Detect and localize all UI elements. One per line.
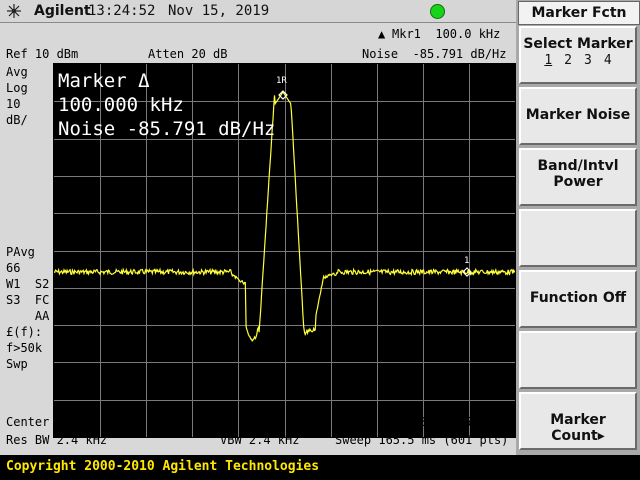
marker-triangle-icon: ▲ — [378, 27, 386, 41]
trace-mode-1: W1 S2 — [6, 277, 50, 291]
softkey-label: Marker Noise — [525, 107, 631, 123]
marker-info-box: Marker Δ 100.000 kHz Noise -85.791 dB/Hz — [58, 70, 275, 140]
span: Span 250 kHz — [421, 415, 508, 429]
softkey-label: Function Off — [529, 290, 627, 306]
analyzer-screen: Ref 10 dBm Atten 20 dB ▲ Mkr1 100.0 kHz … — [0, 23, 516, 455]
marker-option-1: 1 — [544, 53, 553, 68]
trace-mode-3: AA — [6, 309, 50, 323]
band-intvl-power-button[interactable]: Band/Intvl Power — [519, 148, 637, 206]
status-led-icon — [430, 4, 445, 19]
video-bandwidth: VBW 2.4 kHz — [220, 433, 300, 447]
marker-noise-button[interactable]: Marker Noise — [519, 87, 637, 145]
softkey-panel: Marker Fctn Select Marker 1234 Marker No… — [517, 0, 640, 455]
agilent-logo-icon — [7, 4, 21, 18]
ref-level: Ref 10 dBm — [6, 47, 79, 61]
clock-time: 13:24:52 — [88, 3, 156, 19]
softkey-label-line2: Power — [553, 174, 603, 190]
scale-value: 10 — [6, 97, 21, 111]
log-label: Log — [6, 81, 28, 95]
marker-readout: Mkr1 100.0 kHz — [392, 27, 501, 41]
copyright-bar: Copyright 2000-2010 Agilent Technologies — [0, 455, 640, 480]
trace-mode-2: S3 FC — [6, 293, 50, 307]
correction-label: £(f): — [6, 325, 43, 339]
marker-option-3: 3 — [584, 53, 592, 68]
sweep-label: Swp — [6, 357, 28, 371]
marker-option-4: 4 — [603, 53, 612, 68]
softkey-label: Marker Count▸ — [550, 412, 606, 444]
softkey-label: Select Marker — [523, 36, 633, 52]
sweep-time: Sweep 165.5 ms (601 pts) — [335, 433, 509, 447]
freq-condition: f>50k — [6, 341, 43, 355]
status-bar: Agilent 13:24:52 Nov 15, 2019 — [0, 0, 516, 23]
marker-option-2: 2 — [564, 53, 572, 68]
softkey-blank-2[interactable] — [519, 331, 637, 389]
marker-noise-text: Noise -85.791 dB/Hz — [58, 118, 275, 140]
marker-mode-text: Marker Δ — [58, 70, 150, 92]
softkey-blank-1[interactable] — [519, 209, 637, 267]
attenuation: Atten 20 dB — [148, 47, 228, 61]
ref-marker-label: 1R — [276, 76, 287, 86]
softkey-menu-title: Marker Fctn — [518, 1, 640, 25]
copyright-text: Copyright 2000-2010 Agilent Technologies — [6, 459, 320, 474]
function-off-button[interactable]: Function Off — [519, 270, 637, 328]
marker-count-button[interactable]: Marker Count▸ — [519, 392, 637, 450]
resolution-bandwidth: Res BW 2.4 kHz — [6, 433, 108, 447]
noise-readout: Noise -85.791 dB/Hz — [362, 47, 507, 61]
scale-unit: dB/ — [6, 113, 28, 127]
pavg-count: 66 — [6, 261, 21, 275]
pavg-label: PAvg — [6, 245, 35, 259]
spectrum-display[interactable]: 1R 1 Marker Δ 100.000 kHz Noise -85.791 … — [53, 63, 516, 438]
select-marker-button[interactable]: Select Marker 1234 — [519, 26, 637, 84]
spectrum-plot: 1R 1 Marker Δ 100.000 kHz Noise -85.791 … — [53, 64, 516, 437]
center-frequency: Center 13.999 993 7 GHz — [6, 415, 173, 429]
brand-name: Agilent — [34, 3, 91, 19]
clock-date: Nov 15, 2019 — [168, 3, 270, 19]
marker-selector: 1234 — [521, 53, 635, 68]
avg-label: Avg — [6, 65, 28, 79]
marker-freq-text: 100.000 kHz — [58, 94, 184, 116]
softkey-label: Band/Intvl — [537, 158, 619, 174]
delta-marker-label: 1 — [464, 256, 469, 266]
